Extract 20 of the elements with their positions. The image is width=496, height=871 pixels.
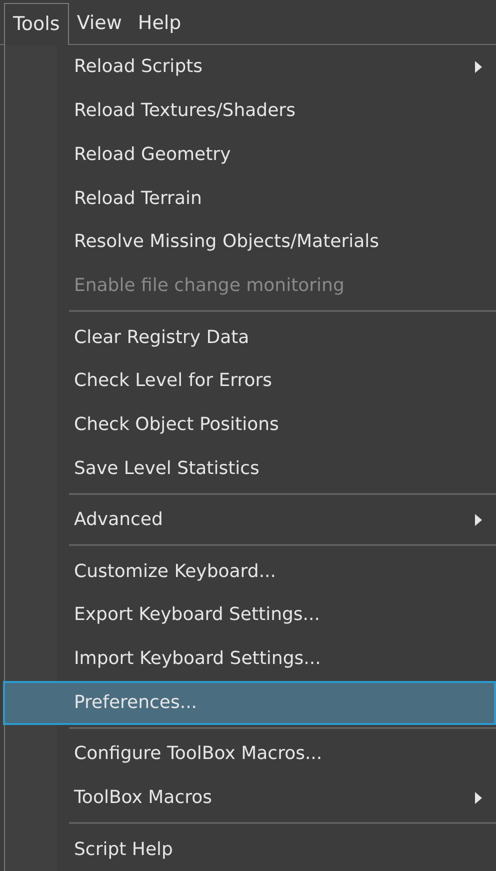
menu-item[interactable]: Reload Scripts (57, 45, 496, 89)
menu-item[interactable]: Configure ToolBox Macros... (57, 732, 496, 776)
menu-item[interactable]: Check Level for Errors (57, 358, 496, 403)
menu-item[interactable]: ToolBox Macros (57, 776, 496, 820)
menu-item[interactable]: Customize Keyboard... (57, 549, 496, 594)
menu-item[interactable]: Export Keyboard Settings... (57, 593, 496, 637)
menu-item[interactable]: Reload Geometry (57, 132, 496, 176)
menu-item[interactable]: Preferences... (3, 680, 496, 724)
menu-item[interactable]: Import Keyboard Settings... (57, 636, 496, 681)
menu-bar-item[interactable]: Help (130, 3, 190, 44)
menu-bar-item[interactable]: View (68, 3, 130, 44)
menu-item[interactable]: Clear Registry Data (57, 315, 496, 359)
menu-bar-item[interactable]: Tools (4, 3, 69, 45)
menu-item[interactable]: Check Object Positions (57, 402, 496, 446)
menu-item[interactable]: Advanced (57, 498, 496, 542)
menu-item[interactable]: Reload Terrain (57, 176, 496, 220)
menu-item[interactable]: Reload Textures/Shaders (57, 88, 496, 133)
menu-item[interactable]: Save Level Statistics (57, 446, 496, 490)
menu-item[interactable]: Resolve Missing Objects/Materials (57, 220, 496, 264)
menu-item[interactable]: Script Help (57, 827, 496, 871)
